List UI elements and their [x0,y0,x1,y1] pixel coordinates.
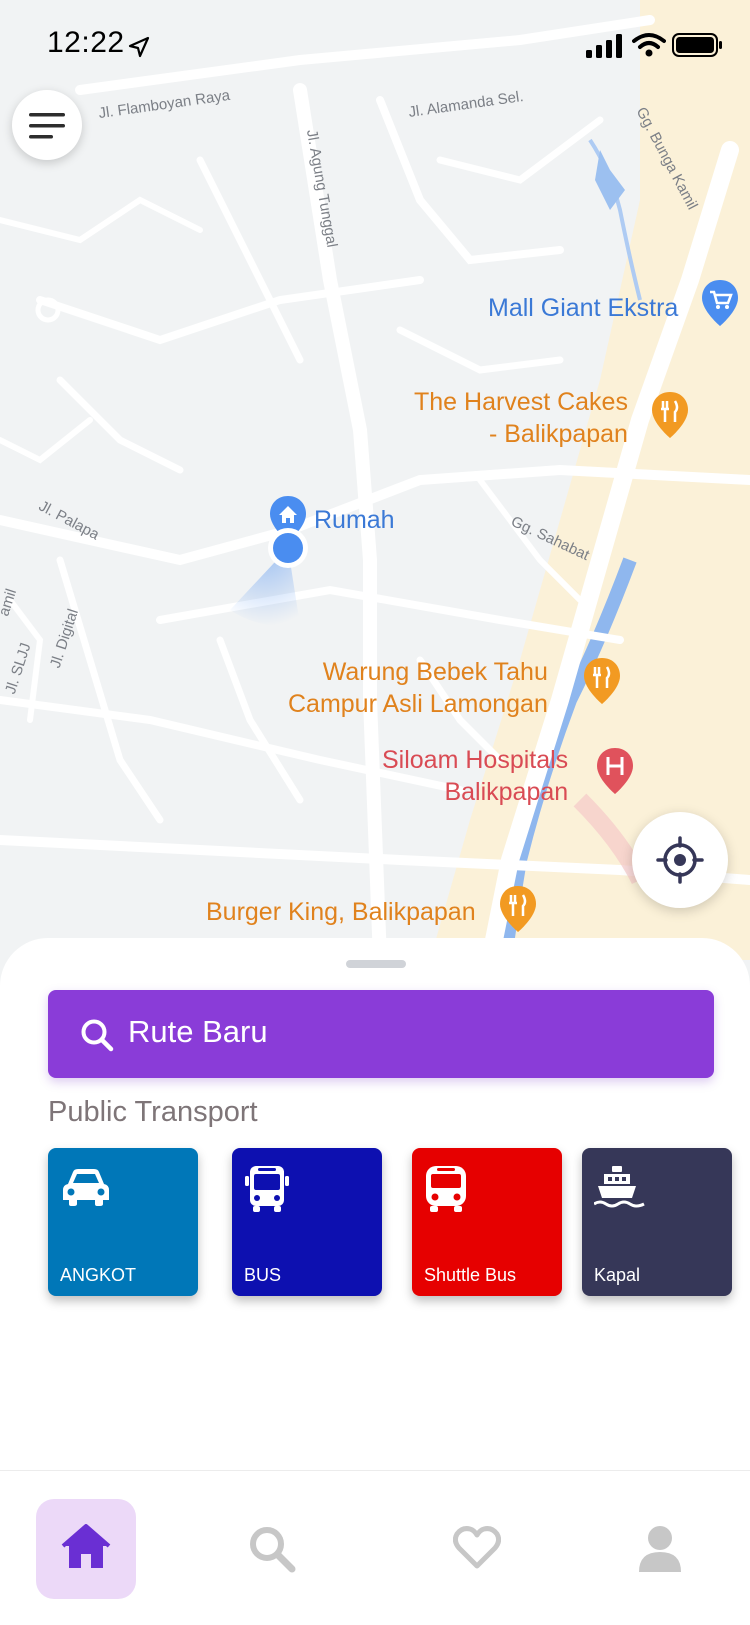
poi-burger-label[interactable]: Burger King, Balikpapan [206,896,476,928]
bottom-sheet: Rute Baru Public Transport ANGKOT BUS Sh… [0,938,750,1470]
search-bar-label: Rute Baru [128,1014,268,1049]
restaurant-pin-icon[interactable] [650,390,690,440]
bottom-navigation [0,1470,750,1625]
my-location-button[interactable] [632,812,728,908]
poi-warung-label[interactable]: Warung Bebek Tahu Campur Asli Lamongan [288,656,548,720]
restaurant-pin-icon[interactable] [582,656,622,706]
car-icon [63,1169,109,1206]
sheet-drag-handle[interactable] [346,960,406,968]
crosshair-icon [656,836,704,884]
section-title: Public Transport [48,1096,258,1128]
bus-icon [245,1166,289,1212]
poi-mall-label[interactable]: Mall Giant Ekstra [488,292,678,324]
ship-icon [594,1166,645,1208]
transport-label: Shuttle Bus [424,1265,517,1285]
location-arrow-icon [128,36,150,58]
heart-icon [453,1526,501,1569]
signal-icon [586,34,622,58]
map-view[interactable]: Jl. Flamboyan Raya Jl. Alamanda Sel. Jl.… [0,0,750,960]
battery-icon [672,33,722,57]
menu-button[interactable] [12,90,82,160]
profile-icon [639,1526,681,1572]
restaurant-pin-icon[interactable] [498,884,538,934]
my-location-dot-icon [268,528,308,568]
transport-label: Kapal [594,1265,641,1285]
hamburger-menu-icon [29,113,65,139]
new-route-search-button[interactable]: Rute Baru [48,990,714,1078]
home-icon [61,1524,111,1568]
shuttle-bus-icon [426,1166,466,1212]
search-icon [250,1527,296,1573]
nav-search[interactable] [222,1499,322,1599]
transport-tile-bus[interactable]: BUS [232,1148,382,1296]
transport-label: BUS [244,1265,282,1285]
transport-tile-angkot[interactable]: ANGKOT [48,1148,198,1296]
hospital-pin-icon[interactable] [595,746,635,796]
search-icon [81,1019,114,1052]
status-bar: 12:22 [0,0,750,90]
nav-home[interactable] [36,1499,136,1599]
poi-home-label[interactable]: Rumah [314,504,395,536]
nav-favorites[interactable] [428,1499,528,1599]
map-roads [0,0,750,960]
wifi-icon [632,33,666,57]
transport-tile-kapal[interactable]: Kapal [582,1148,732,1296]
transport-tile-shuttle-bus[interactable]: Shuttle Bus [412,1148,562,1296]
poi-siloam-label[interactable]: Siloam Hospitals Balikpapan [382,744,568,808]
poi-harvest-label[interactable]: The Harvest Cakes - Balikpapan [414,386,628,450]
status-time: 12:22 [47,26,125,59]
transport-label: ANGKOT [60,1265,137,1285]
nav-profile[interactable] [612,1499,712,1599]
shopping-cart-pin-icon[interactable] [700,278,740,328]
